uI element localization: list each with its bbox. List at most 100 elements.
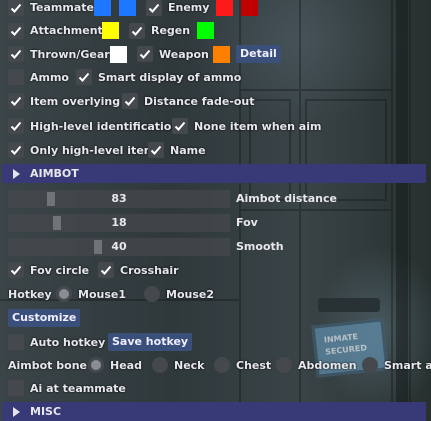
mouse1-radio[interactable] xyxy=(56,286,72,302)
customize-button[interactable]: Customize xyxy=(8,309,81,327)
teammate-color-swatch-2[interactable] xyxy=(119,0,136,16)
smooth-label: Smooth xyxy=(236,240,284,253)
hotkey-label: Hotkey xyxy=(8,287,52,301)
weapon-checkbox[interactable] xyxy=(137,46,153,62)
checkmark-icon xyxy=(10,3,22,13)
cheat-menu: Teammate Enemy Attachment Regen Thrown/G… xyxy=(0,0,431,421)
mouse2-radio[interactable] xyxy=(144,286,160,302)
expand-arrow-icon xyxy=(13,168,20,179)
auto-hotkey-label: Auto hotkey xyxy=(30,335,106,349)
distance-fade-label: Distance fade-out xyxy=(144,94,255,108)
enemy-color-swatch-2[interactable] xyxy=(241,0,258,16)
fov-label: Fov xyxy=(236,216,258,229)
bone-smart-aim-radio[interactable] xyxy=(362,357,378,373)
checkmark-icon xyxy=(10,96,22,106)
high-level-id-checkbox[interactable] xyxy=(8,118,24,134)
attachment-color-swatch[interactable] xyxy=(102,22,119,39)
distance-fade-checkbox[interactable] xyxy=(122,93,138,109)
row-ammo: Ammo Smart display of ammo xyxy=(8,69,249,85)
smooth-slider[interactable]: 40 xyxy=(8,238,230,256)
aimbot-bone-label: Aimbot bone xyxy=(8,358,87,372)
attachment-label: Attachment xyxy=(30,24,103,37)
regen-checkbox[interactable] xyxy=(129,22,145,39)
teammate-checkbox[interactable] xyxy=(8,0,24,16)
checkmark-icon xyxy=(139,49,151,59)
row-hotkey: Hotkey Mouse1 Mouse2 xyxy=(8,286,222,302)
ammo-checkbox[interactable] xyxy=(8,69,24,85)
misc-section-header[interactable]: MISC xyxy=(2,402,426,421)
row-customize: Customize xyxy=(8,309,81,327)
checkmark-icon xyxy=(78,72,90,82)
checkmark-icon xyxy=(150,145,162,155)
row-fov-crosshair: Fov circle Crosshair xyxy=(8,262,187,278)
checkmark-icon xyxy=(10,26,22,36)
slider-value: 40 xyxy=(111,240,127,253)
enemy-checkbox[interactable] xyxy=(146,0,162,16)
aimbot-distance-slider[interactable]: 83 xyxy=(8,190,230,208)
ammo-label: Ammo xyxy=(30,70,69,84)
ai-teammate-checkbox[interactable] xyxy=(8,380,24,396)
fov-slider[interactable]: 18 xyxy=(8,214,230,232)
attachment-checkbox[interactable] xyxy=(8,22,24,39)
slider-value: 83 xyxy=(111,192,127,205)
ai-teammate-label: Ai at teammate xyxy=(30,381,126,395)
save-hotkey-button[interactable]: Save hotkey xyxy=(108,333,193,351)
aimbot-distance-label: Aimbot distance xyxy=(236,192,337,205)
slider-value: 18 xyxy=(111,216,127,229)
crosshair-label: Crosshair xyxy=(120,263,179,277)
row-aimbot-bone: Aimbot bone Head Neck Chest Abdomen Smar… xyxy=(8,357,431,373)
item-overlying-label: Item overlying xyxy=(30,94,121,108)
crosshair-checkbox[interactable] xyxy=(98,262,114,278)
row-thrown-weapon: Thrown/Gear Weapon Detail xyxy=(8,45,281,63)
checkmark-icon xyxy=(124,96,136,106)
fov-circle-label: Fov circle xyxy=(30,263,90,277)
bone-abdomen-radio[interactable] xyxy=(276,357,292,373)
checkmark-icon xyxy=(10,49,22,59)
bone-neck-label: Neck xyxy=(174,358,205,372)
bone-head-radio[interactable] xyxy=(88,357,104,373)
thrown-gear-label: Thrown/Gear xyxy=(30,47,110,61)
weapon-label: Weapon xyxy=(159,47,209,61)
smart-ammo-checkbox[interactable] xyxy=(76,69,92,85)
only-high-level-label: Only high-level item xyxy=(30,143,156,157)
row-auto-hotkey: Auto hotkey Save hotkey xyxy=(8,333,193,351)
bone-chest-label: Chest xyxy=(236,358,272,372)
expand-arrow-icon xyxy=(13,406,20,417)
weapon-color-swatch[interactable] xyxy=(213,45,230,63)
row-attachment-regen: Attachment Regen xyxy=(8,22,222,39)
checkmark-icon xyxy=(174,121,186,131)
name-label: Name xyxy=(170,143,206,157)
bone-chest-radio[interactable] xyxy=(214,357,230,373)
only-high-level-checkbox[interactable] xyxy=(8,142,24,158)
teammate-label: Teammate xyxy=(30,1,94,14)
aimbot-section-header[interactable]: AIMBOT xyxy=(2,164,426,183)
name-checkbox[interactable] xyxy=(148,142,164,158)
fov-circle-checkbox[interactable] xyxy=(8,262,24,278)
regen-label: Regen xyxy=(151,24,191,37)
bone-neck-radio[interactable] xyxy=(152,357,168,373)
checkmark-icon xyxy=(10,145,22,155)
checkmark-icon xyxy=(100,265,112,275)
enemy-color-swatch-1[interactable] xyxy=(216,0,233,16)
row-teammate-enemy: Teammate Enemy xyxy=(8,0,266,16)
item-overlying-checkbox[interactable] xyxy=(8,93,24,109)
thrown-gear-color-swatch[interactable] xyxy=(110,45,127,63)
auto-hotkey-checkbox[interactable] xyxy=(8,334,24,350)
checkmark-icon xyxy=(131,26,143,36)
checkmark-icon xyxy=(148,3,160,13)
none-item-aim-label: None item when aim xyxy=(194,119,322,133)
row-ai-teammate: Ai at teammate xyxy=(8,380,134,396)
bone-smart-aim-label: Smart aim xyxy=(384,358,431,372)
detail-button[interactable]: Detail xyxy=(236,45,281,63)
none-item-aim-checkbox[interactable] xyxy=(172,118,188,134)
row-high-level-id: High-level identification None item when… xyxy=(8,118,329,134)
smart-ammo-label: Smart display of ammo xyxy=(98,70,242,84)
teammate-color-swatch-1[interactable] xyxy=(94,0,111,16)
thrown-gear-checkbox[interactable] xyxy=(8,46,24,62)
misc-header-label: MISC xyxy=(30,405,62,418)
regen-color-swatch[interactable] xyxy=(197,22,214,39)
mouse2-label: Mouse2 xyxy=(166,287,214,301)
bone-head-label: Head xyxy=(110,358,142,372)
row-only-high-level: Only high-level item Name xyxy=(8,142,214,158)
enemy-label: Enemy xyxy=(168,1,210,14)
